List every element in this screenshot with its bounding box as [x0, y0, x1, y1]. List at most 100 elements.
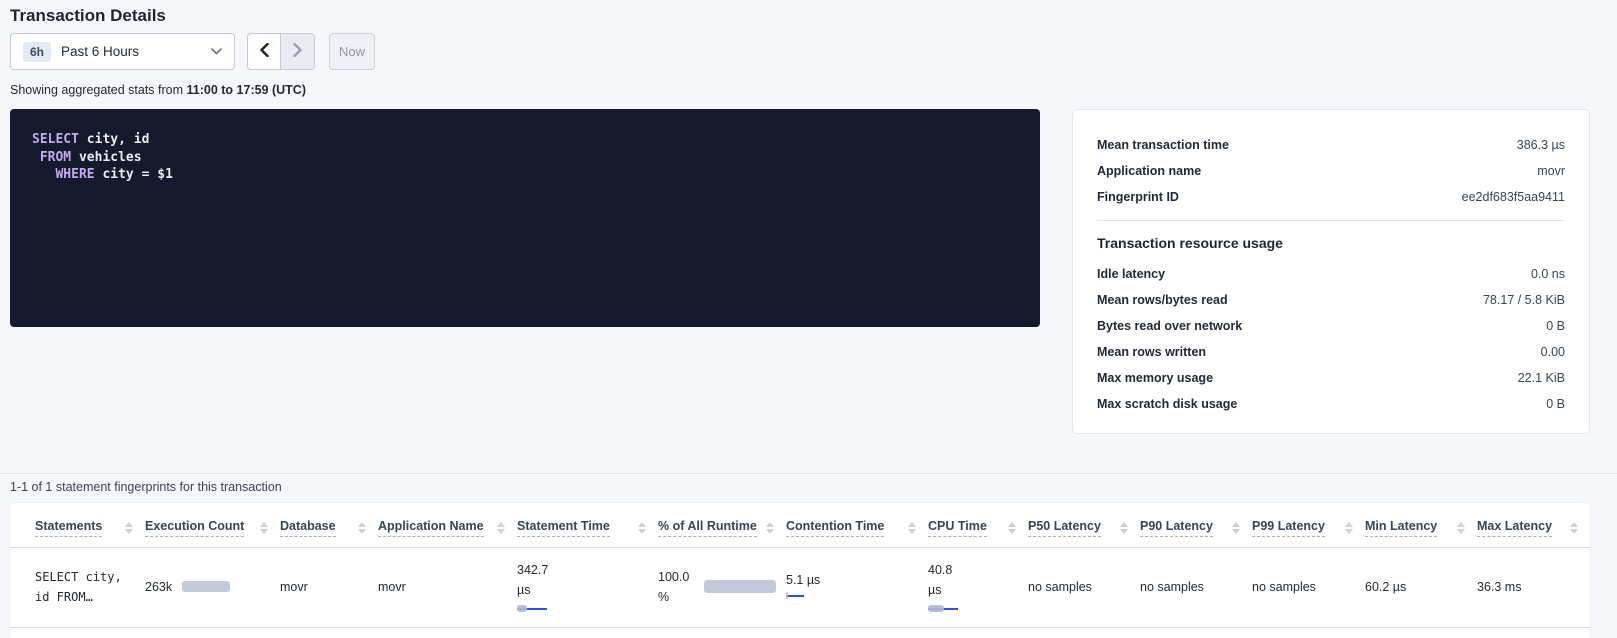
sql-statement-box: SELECT city, id FROM vehicles WHERE city… [10, 109, 1040, 327]
statement-fingerprint-link[interactable]: SELECT city, id FROM… [10, 548, 145, 628]
cpu-time-cell: 40.8 µs [928, 548, 1028, 628]
usage-label: Bytes read over network [1097, 319, 1242, 333]
sort-icon [1345, 522, 1353, 534]
resource-usage-title: Transaction resource usage [1097, 235, 1565, 251]
usage-row: Idle latency 0.0 ns [1097, 261, 1565, 287]
contention-time-cell: 5.1 µs [786, 548, 928, 628]
table-header-row: Statements Execution Count Database Appl… [10, 503, 1590, 548]
transaction-summary-card: Mean transaction time 386.3 µs Applicati… [1072, 109, 1590, 434]
time-range-badge: 6h [23, 42, 51, 62]
usage-row: Mean rows written 0.00 [1097, 339, 1565, 365]
column-header-application-name[interactable]: Application Name [378, 503, 517, 548]
column-header-p99-latency[interactable]: P99 Latency [1252, 503, 1365, 548]
summary-label: Fingerprint ID [1097, 190, 1179, 204]
p90-latency-cell: no samples [1140, 548, 1252, 628]
transaction-details-page: Transaction Details 6h Past 6 Hours Now [0, 6, 1617, 638]
caption-time-range: 11:00 to 17:59 (UTC) [187, 83, 306, 97]
time-range-label: Past 6 Hours [61, 44, 201, 59]
cpu-time-bar [928, 605, 958, 613]
details-cards-row: SELECT city, id FROM vehicles WHERE city… [10, 109, 1607, 434]
usage-value: 0.00 [1541, 345, 1565, 359]
sort-icon [1008, 522, 1016, 534]
sql-keyword: SELECT [32, 132, 79, 147]
max-latency-cell: 36.3 ms [1477, 548, 1590, 628]
column-header-percent-runtime[interactable]: % of All Runtime [658, 503, 786, 548]
statement-time-cell: 342.7 µs [517, 548, 658, 628]
execution-count-cell: 263k [145, 548, 280, 628]
sort-icon [260, 522, 268, 534]
statements-count-caption: 1-1 of 1 statement fingerprints for this… [10, 480, 1617, 494]
sort-icon [497, 522, 505, 534]
sort-icon [1232, 522, 1240, 534]
sort-icon [1120, 522, 1128, 534]
usage-value: 78.17 / 5.8 KiB [1483, 293, 1565, 307]
sql-keyword: WHERE [55, 167, 94, 182]
sort-icon [638, 522, 646, 534]
usage-row: Max scratch disk usage 0 B [1097, 391, 1565, 417]
application-name-cell: movr [378, 548, 517, 628]
summary-label: Mean transaction time [1097, 138, 1229, 152]
aggregated-stats-caption: Showing aggregated stats from 11:00 to 1… [10, 83, 1617, 97]
sql-line: FROM vehicles [32, 149, 1040, 167]
usage-value: 0.0 ns [1531, 267, 1565, 281]
database-cell: movr [280, 548, 378, 628]
column-header-cpu-time[interactable]: CPU Time [928, 503, 1028, 548]
min-latency-cell: 60.2 µs [1365, 548, 1477, 628]
column-header-statement-time[interactable]: Statement Time [517, 503, 658, 548]
sql-keyword: FROM [40, 150, 71, 165]
column-header-contention-time[interactable]: Contention Time [786, 503, 928, 548]
usage-label: Mean rows/bytes read [1097, 293, 1228, 307]
summary-row: Mean transaction time 386.3 µs [1097, 132, 1565, 158]
usage-row: Mean rows/bytes read 78.17 / 5.8 KiB [1097, 287, 1565, 313]
column-header-min-latency[interactable]: Min Latency [1365, 503, 1477, 548]
usage-value: 0 B [1546, 397, 1565, 411]
sort-icon [358, 522, 366, 534]
statement-row: SELECT city, id FROM… 263k movr movr 342… [10, 548, 1590, 628]
summary-value: movr [1537, 164, 1565, 178]
chevron-down-icon [211, 48, 222, 55]
section-divider [0, 473, 1617, 474]
caption-prefix: Showing aggregated stats from [10, 83, 183, 97]
next-range-button[interactable] [281, 34, 314, 69]
column-header-execution-count[interactable]: Execution Count [145, 503, 280, 548]
column-header-database[interactable]: Database [280, 503, 378, 548]
summary-row: Fingerprint ID ee2df683f5aa9411 [1097, 184, 1565, 210]
execution-count-bar [182, 581, 230, 592]
now-button[interactable]: Now [329, 33, 375, 70]
sort-icon [1457, 522, 1465, 534]
usage-value: 0 B [1546, 319, 1565, 333]
chevron-left-icon [260, 43, 269, 60]
contention-time-bar [786, 592, 804, 600]
usage-label: Mean rows written [1097, 345, 1206, 359]
usage-row: Bytes read over network 0 B [1097, 313, 1565, 339]
sort-icon [766, 522, 774, 534]
column-header-p90-latency[interactable]: P90 Latency [1140, 503, 1252, 548]
summary-label: Application name [1097, 164, 1201, 178]
column-header-max-latency[interactable]: Max Latency [1477, 503, 1590, 548]
usage-label: Max memory usage [1097, 371, 1213, 385]
percent-runtime-cell: 100.0 % [658, 548, 786, 628]
statement-time-bar [517, 605, 547, 613]
sql-line: WHERE city = $1 [32, 166, 1040, 184]
page-title: Transaction Details [10, 6, 1617, 26]
usage-label: Max scratch disk usage [1097, 397, 1237, 411]
sort-icon [1570, 522, 1578, 534]
column-header-statements[interactable]: Statements [10, 503, 145, 548]
usage-value: 22.1 KiB [1518, 371, 1565, 385]
usage-label: Idle latency [1097, 267, 1165, 281]
summary-row: Application name movr [1097, 158, 1565, 184]
sort-icon [125, 522, 133, 534]
column-header-p50-latency[interactable]: P50 Latency [1028, 503, 1140, 548]
statements-table: Statements Execution Count Database Appl… [10, 503, 1590, 628]
summary-value: ee2df683f5aa9411 [1462, 190, 1565, 204]
sql-line: SELECT city, id [32, 131, 1040, 149]
p99-latency-cell: no samples [1252, 548, 1365, 628]
summary-value: 386.3 µs [1517, 138, 1565, 152]
previous-range-button[interactable] [248, 34, 281, 69]
time-range-dropdown[interactable]: 6h Past 6 Hours [10, 33, 235, 70]
statements-table-card: Statements Execution Count Database Appl… [10, 503, 1590, 638]
usage-row: Max memory usage 22.1 KiB [1097, 365, 1565, 391]
chevron-right-icon [293, 43, 302, 60]
time-range-pager [247, 33, 315, 70]
percent-runtime-bar [704, 580, 776, 593]
